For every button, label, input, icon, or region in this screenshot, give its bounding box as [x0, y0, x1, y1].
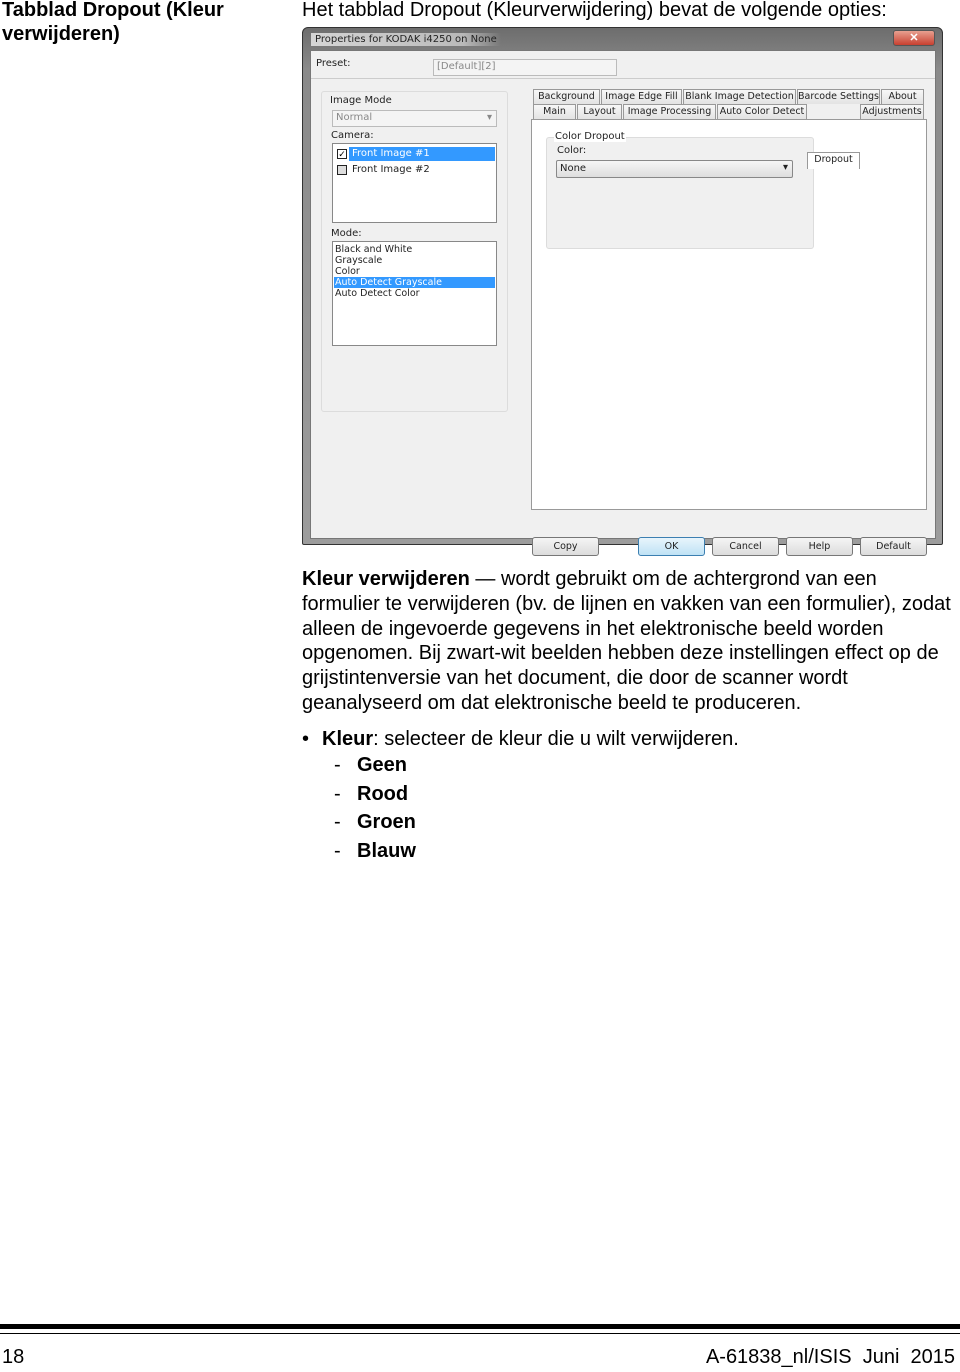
color-value: None: [560, 163, 587, 174]
mode-list[interactable]: Black and White Grayscale Color Auto Det…: [332, 241, 497, 346]
divider: [311, 78, 935, 79]
tab-panel: Color Dropout Color: None ▾: [531, 119, 927, 510]
preset-label: Preset:: [316, 58, 351, 69]
option-item: - Groen: [334, 811, 416, 833]
dialog-title: Properties for KODAK i4250 on None: [311, 33, 501, 46]
option-item: - Geen: [334, 754, 408, 776]
checkbox-checked[interactable]: ✓: [337, 149, 347, 159]
color-dropout-label: Color Dropout: [554, 131, 626, 142]
bullet-term: Kleur: [322, 728, 374, 750]
description-paragraph: Kleur verwijderen — wordt gebruikt om de…: [302, 567, 952, 716]
footer-rule: [0, 1324, 960, 1329]
footer-rule-thin: [0, 1333, 960, 1334]
default-button[interactable]: Default: [860, 537, 927, 556]
checkbox-unchecked[interactable]: [337, 165, 347, 175]
intro-text: Het tabblad Dropout (Kleurverwijdering) …: [302, 0, 887, 21]
color-select[interactable]: None ▾: [556, 160, 793, 178]
page-number: 18: [2, 1346, 25, 1368]
option-item: - Blauw: [334, 840, 416, 862]
chevron-down-icon: ▾: [486, 112, 492, 123]
ok-button[interactable]: OK: [638, 537, 705, 556]
image-mode-label: Image Mode: [329, 95, 393, 106]
chevron-down-icon: ▾: [782, 162, 788, 173]
cancel-button[interactable]: Cancel: [712, 537, 779, 556]
help-button[interactable]: Help: [786, 537, 853, 556]
mode-item[interactable]: Auto Detect Color: [335, 288, 420, 299]
section-heading: Tabblad Dropout (Kleur verwijderen): [2, 0, 224, 45]
camera-label: Camera:: [331, 130, 374, 141]
properties-dialog: Properties for KODAK i4250 on None ✕ Pre…: [302, 27, 943, 556]
mode-item[interactable]: Black and White: [335, 244, 412, 255]
camera-list[interactable]: Front Image #1 ✓ Front Image #2: [332, 143, 497, 223]
mode-label: Mode:: [331, 228, 362, 239]
option-item: - Rood: [334, 783, 409, 805]
document-id: A-61838_nl/ISIS Juni 2015: [705, 1346, 955, 1368]
term: Kleur verwijderen: [302, 568, 470, 590]
bullet-icon: •: [302, 728, 310, 750]
close-icon[interactable]: ✕: [893, 30, 935, 46]
copy-button[interactable]: Copy: [532, 537, 599, 556]
camera-item[interactable]: Front Image #1: [349, 147, 495, 161]
tab-background[interactable]: Background: [533, 89, 600, 104]
mode-item[interactable]: Grayscale: [335, 255, 382, 266]
tab-image-processing[interactable]: Image Processing: [623, 104, 716, 119]
tab-auto-color-detect[interactable]: Auto Color Detect: [717, 104, 807, 119]
tab-layout[interactable]: Layout: [577, 104, 622, 119]
camera-item[interactable]: Front Image #2: [349, 163, 430, 177]
tab-blank-image-detection[interactable]: Blank Image Detection: [683, 89, 796, 104]
dialog-client: Preset: [Default][2] Image Mode Normal ▾ …: [310, 50, 936, 556]
tab-about[interactable]: About: [881, 89, 924, 104]
mode-item-selected[interactable]: Auto Detect Grayscale: [334, 277, 495, 288]
tab-adjustments[interactable]: Adjustments: [860, 104, 924, 119]
preset-field[interactable]: [Default][2]: [433, 59, 617, 76]
color-label: Color:: [557, 145, 587, 156]
mode-item[interactable]: Color: [335, 266, 360, 277]
tab-main[interactable]: Main: [533, 104, 576, 119]
image-mode-value: Normal: [336, 112, 373, 123]
tab-barcode-settings[interactable]: Barcode Settings: [797, 89, 880, 104]
bullet-text: : selecteer de kleur die u wilt verwijde…: [373, 728, 739, 750]
image-mode-select[interactable]: Normal ▾: [332, 110, 497, 127]
bullet-item: • Kleur: selecteer de kleur die u wilt ve…: [302, 727, 739, 751]
tab-dropout[interactable]: Dropout: [807, 152, 860, 169]
tab-image-edge-fill[interactable]: Image Edge Fill: [601, 89, 682, 104]
